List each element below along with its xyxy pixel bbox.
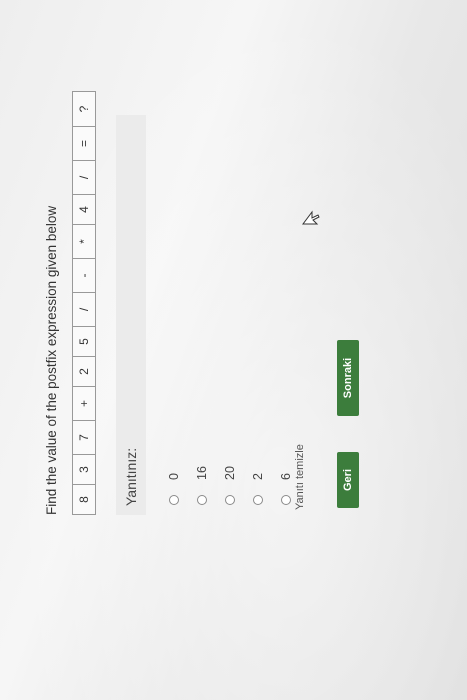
answer-heading: Yanıtınız: <box>123 447 139 506</box>
answer-heading-bar: Yanıtınız: <box>116 115 146 515</box>
expression-token: 3 <box>73 454 95 484</box>
radio-button[interactable] <box>197 495 207 505</box>
option-label: 6 <box>279 473 293 480</box>
answer-options: 0 16 20 2 6 <box>160 466 300 505</box>
expression-token: * <box>73 224 95 258</box>
answer-option[interactable]: 0 <box>160 466 188 505</box>
answer-option[interactable]: 16 <box>188 466 216 505</box>
radio-button[interactable] <box>281 495 291 505</box>
option-label: 16 <box>195 466 209 480</box>
expression-token: + <box>73 386 95 420</box>
option-label: 2 <box>251 473 265 480</box>
screen: Find the value of the postfix expression… <box>0 0 467 700</box>
expression-token: = <box>73 126 95 160</box>
expression-token: / <box>73 292 95 326</box>
back-button[interactable]: Geri <box>337 452 359 508</box>
answer-option[interactable]: 2 <box>244 466 272 505</box>
option-label: 0 <box>167 473 181 480</box>
expression-token: ? <box>77 105 91 113</box>
option-label: 20 <box>223 466 237 480</box>
postfix-expression-table: 8 3 7 + 2 5 / - * 4 / = ? <box>72 91 96 515</box>
expression-token: 7 <box>73 420 95 454</box>
page-background <box>0 0 467 700</box>
expression-token: 5 <box>73 326 95 356</box>
quiz-page: Find the value of the postfix expression… <box>0 0 467 700</box>
question-text: Find the value of the postfix expression… <box>44 205 59 515</box>
expression-token: 2 <box>73 356 95 386</box>
answer-option[interactable]: 20 <box>216 466 244 505</box>
next-button[interactable]: Sonraki <box>337 340 359 416</box>
radio-button[interactable] <box>169 495 179 505</box>
expression-token: - <box>73 258 95 292</box>
radio-button[interactable] <box>225 495 235 505</box>
radio-button[interactable] <box>253 495 263 505</box>
expression-token: 8 <box>73 484 95 514</box>
expression-token: / <box>73 160 95 194</box>
clear-answer-link[interactable]: Yanıtı temizle <box>294 444 306 510</box>
expression-token: 4 <box>73 194 95 224</box>
mouse-pointer-icon <box>302 210 320 225</box>
